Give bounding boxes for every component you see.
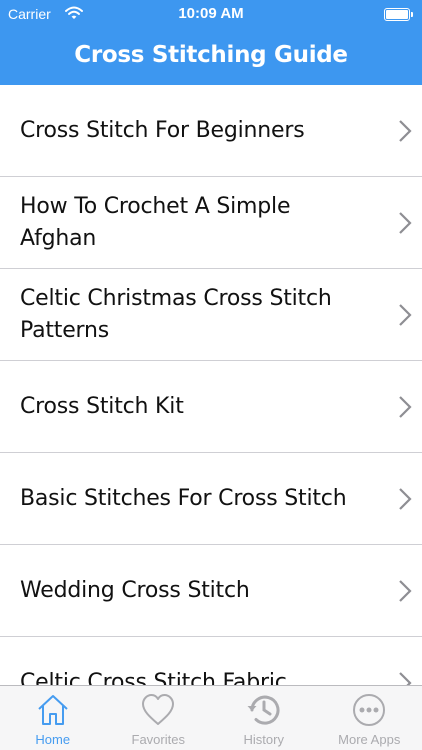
list-item-label: Celtic Cross Stitch Fabric — [20, 669, 287, 686]
tab-home[interactable]: Home — [0, 686, 106, 750]
tab-history[interactable]: History — [211, 686, 317, 750]
house-icon — [38, 695, 68, 725]
list-item[interactable]: Celtic Christmas Cross Stitch Patterns — [0, 269, 422, 361]
list-item[interactable]: Basic Stitches For Cross Stitch — [0, 453, 422, 545]
navigation-bar: Carrier 10:09 AM Cross Stitching Guide — [0, 0, 422, 85]
chevron-right-icon — [399, 671, 412, 685]
list-item[interactable]: Cross Stitch For Beginners — [0, 85, 422, 177]
more-icon — [353, 694, 386, 726]
tab-more-apps-label: More Apps — [338, 732, 401, 747]
tab-history-label: History — [243, 732, 284, 747]
list-item-label: How To Crochet A Simple Afghan — [20, 193, 291, 251]
list-item-label: Basic Stitches For Cross Stitch — [20, 485, 347, 511]
page-title: Cross Stitching Guide — [74, 42, 348, 68]
chevron-right-icon — [399, 395, 412, 418]
tab-favorites[interactable]: Favorites — [106, 686, 212, 750]
list-item-label: Cross Stitch Kit — [20, 393, 184, 419]
tab-bar: Home Favorites History More Apps — [0, 685, 422, 750]
list-item[interactable]: How To Crochet A Simple Afghan — [0, 177, 422, 269]
list-item-label: Wedding Cross Stitch — [20, 577, 250, 603]
chevron-right-icon — [399, 303, 412, 326]
battery-icon — [384, 8, 414, 21]
heart-icon — [142, 694, 175, 725]
list-item-label: Celtic Christmas Cross Stitch Patterns — [20, 285, 332, 343]
chevron-right-icon — [399, 487, 412, 510]
tab-home-label: Home — [35, 732, 71, 747]
list-item[interactable]: Cross Stitch Kit — [0, 361, 422, 453]
chevron-right-icon — [399, 579, 412, 602]
tab-more-apps[interactable]: More Apps — [317, 686, 422, 750]
tab-favorites-label: Favorites — [131, 732, 185, 747]
clock-history-icon — [247, 695, 280, 725]
list-item-label: Cross Stitch For Beginners — [20, 117, 305, 143]
status-bar: Carrier 10:09 AM — [0, 0, 422, 30]
chevron-right-icon — [399, 119, 412, 142]
guide-list[interactable]: Cross Stitch For Beginners How To Croche… — [0, 85, 422, 685]
list-item[interactable]: Celtic Cross Stitch Fabric — [0, 637, 422, 685]
chevron-right-icon — [399, 211, 412, 234]
status-time: 10:09 AM — [178, 5, 244, 22]
list-item[interactable]: Wedding Cross Stitch — [0, 545, 422, 637]
